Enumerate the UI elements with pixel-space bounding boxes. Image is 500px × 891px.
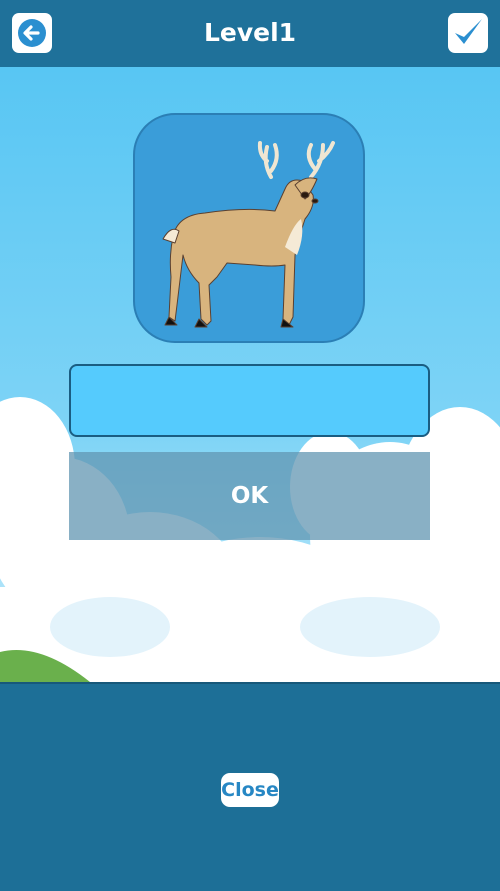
close-button-label: Close: [221, 779, 279, 801]
close-button[interactable]: Close: [221, 773, 279, 807]
answer-input[interactable]: [69, 364, 430, 437]
ok-button[interactable]: OK: [69, 452, 430, 540]
deer-image: [162, 141, 335, 328]
bottom-panel: Close: [0, 682, 500, 891]
game-scene: OK: [0, 67, 500, 682]
top-bar: Level1: [0, 0, 500, 67]
ok-button-label: OK: [230, 483, 269, 509]
level-title: Level1: [203, 18, 297, 47]
animal-card: [133, 113, 365, 343]
checkmark-icon: [455, 19, 482, 44]
confirm-button[interactable]: [448, 13, 488, 53]
